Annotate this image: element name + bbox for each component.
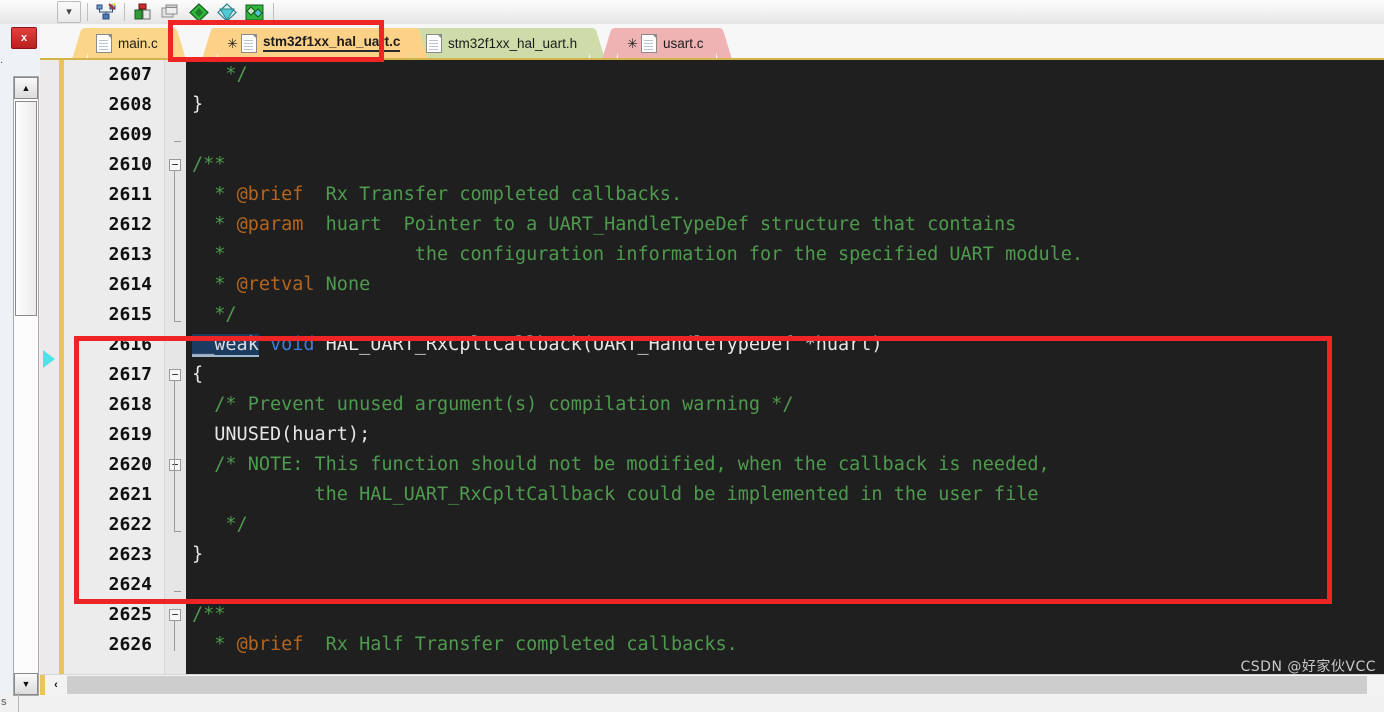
code-line[interactable]: * the configuration information for the …	[186, 240, 1384, 270]
left-panel-status-text: s	[1, 696, 7, 708]
line-number: 2613	[108, 244, 152, 265]
toolbar-dropdown-chevron-button[interactable]: ▾	[56, 1, 82, 23]
chevron-down-icon: ▾	[57, 1, 81, 23]
line-number: 2608	[108, 94, 152, 115]
code-line[interactable]: /**	[186, 150, 1384, 180]
tab-right-edge	[581, 28, 605, 58]
line-number: 2611	[108, 184, 152, 205]
line-number: 2607	[108, 64, 152, 85]
white-diamond-icon	[217, 2, 237, 22]
line-number: 2626	[108, 634, 152, 655]
toolbar-separator-3	[273, 3, 274, 21]
tab-main-c[interactable]: main.c	[72, 28, 186, 58]
toolbar-separator-1	[87, 3, 88, 21]
line-number: 2610	[108, 154, 152, 175]
document-modified-icon	[641, 33, 657, 53]
line-number: 2625	[108, 604, 152, 625]
tab-usart-c[interactable]: ✳ usart.c	[602, 28, 732, 58]
toolbar-magic-wand-button[interactable]	[93, 2, 119, 23]
fold-end-tick	[174, 141, 181, 142]
left-panel-divider	[18, 692, 19, 712]
tab-left-edge	[602, 28, 626, 58]
document-icon	[426, 33, 442, 53]
fold-end-tick	[174, 321, 181, 322]
app-window: ▾ . ▲ ▼ s x main.c ✳ stm32f1xx_hal_uart.…	[0, 0, 1384, 712]
left-dock-panel: . ▲ ▼ s	[0, 24, 41, 712]
magic-wand-icon	[96, 2, 116, 19]
annotation-box-callback-function	[74, 336, 1332, 604]
toolbar-separator-2	[124, 3, 125, 21]
code-line[interactable]: }	[186, 90, 1384, 120]
code-line[interactable]: * @param huart Pointer to a UART_HandleT…	[186, 210, 1384, 240]
left-panel-vertical-scrollbar[interactable]: ▲ ▼	[13, 76, 39, 696]
watermark: CSDN @好家伙VCC	[1240, 659, 1376, 675]
build-blocks-icon	[134, 3, 151, 19]
fold-connector	[174, 621, 175, 651]
code-line[interactable]: * @brief Rx Transfer completed callbacks…	[186, 180, 1384, 210]
multi-diamond-icon	[245, 4, 264, 20]
line-number: 2612	[108, 214, 152, 235]
fold-collapse-icon[interactable]: −	[169, 159, 181, 171]
green-diamond-icon	[189, 2, 209, 22]
code-line[interactable]: */	[186, 300, 1384, 330]
scrollbar-track[interactable]	[15, 317, 37, 671]
code-line[interactable]	[186, 120, 1384, 150]
scroll-left-arrow-icon[interactable]: ‹	[46, 675, 66, 695]
tab-label: main.c	[118, 35, 158, 51]
tab-left-edge	[72, 28, 96, 58]
tab-label: stm32f1xx_hal_uart.h	[448, 35, 578, 51]
close-panel-button[interactable]: x	[11, 27, 37, 49]
tab-right-edge	[707, 28, 732, 58]
line-number: 2609	[108, 124, 152, 145]
code-line[interactable]: /**	[186, 600, 1384, 630]
line-number: 2614	[108, 274, 152, 295]
line-number: 2615	[108, 304, 152, 325]
document-icon	[96, 33, 112, 53]
toolbar-left-spacer	[0, 0, 55, 24]
code-line[interactable]: */	[186, 60, 1384, 90]
code-line[interactable]: * @brief Rx Half Transfer completed call…	[186, 630, 1384, 660]
hscroll-thumb[interactable]	[67, 676, 1367, 694]
left-panel-tick: .	[0, 54, 4, 66]
tab-label: usart.c	[663, 35, 704, 51]
scroll-up-arrow-icon[interactable]: ▲	[14, 77, 38, 99]
tab-stm32f1xx-hal-uart-h[interactable]: stm32f1xx_hal_uart.h	[402, 28, 605, 58]
fold-connector	[174, 171, 175, 321]
code-line[interactable]: * @retval None	[186, 270, 1384, 300]
modified-asterisk-icon: ✳	[627, 35, 638, 51]
scrollbar-thumb[interactable]	[15, 101, 37, 316]
toolbar-build-button[interactable]	[130, 2, 156, 23]
hscroll-accent	[40, 675, 45, 695]
fold-collapse-icon[interactable]: −	[169, 609, 181, 621]
editor-marker-strip[interactable]	[40, 60, 60, 674]
stacked-windows-icon	[161, 4, 178, 17]
editor-horizontal-scrollbar[interactable]: ‹	[40, 674, 1384, 695]
current-line-marker-icon	[43, 350, 55, 368]
annotation-box-active-tab	[168, 20, 384, 62]
